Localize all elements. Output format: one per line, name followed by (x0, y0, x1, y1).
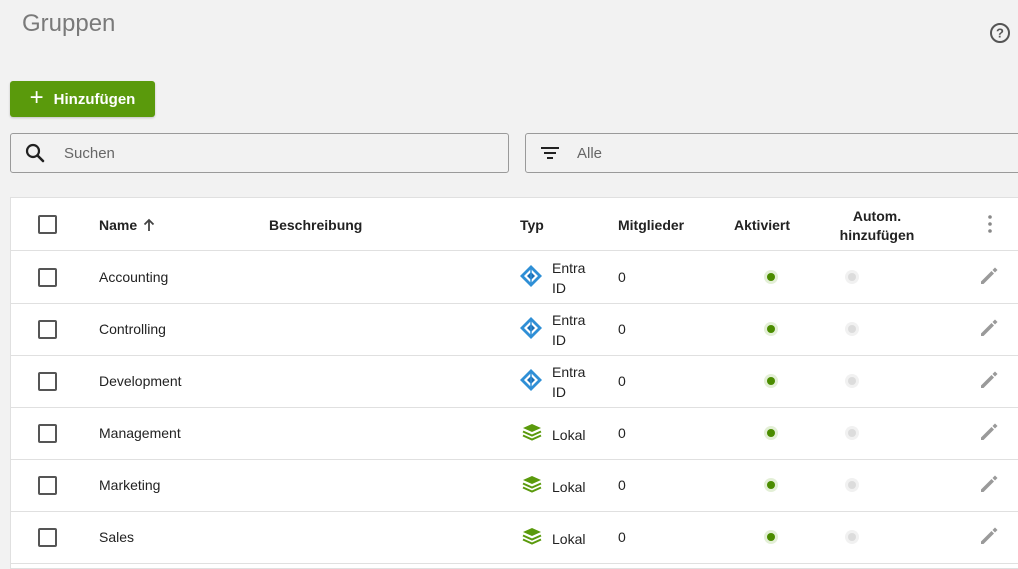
help-icon[interactable]: ? (989, 22, 1011, 44)
table-row[interactable]: Controlling Entra ID 0 (11, 303, 1018, 356)
column-header-activated[interactable]: Aktiviert (734, 217, 790, 233)
row-checkbox[interactable] (38, 424, 57, 443)
group-type-label-line2: ID (552, 332, 566, 348)
table-row[interactable]: Management Lokal 0 (11, 407, 1018, 460)
table-row[interactable]: Sales Lokal 0 (11, 511, 1018, 564)
group-type-label-line2: ID (552, 384, 566, 400)
table-row[interactable]: Accounting Entra ID 0 (11, 251, 1018, 304)
column-header-description[interactable]: Beschreibung (269, 217, 362, 233)
local-layers-icon (522, 424, 542, 441)
edit-icon[interactable] (978, 265, 1000, 287)
sort-ascending-icon (144, 218, 155, 231)
group-type-label: Entra ID (552, 310, 585, 350)
group-name: Management (99, 425, 181, 441)
add-button[interactable]: + Hinzufügen (10, 81, 155, 117)
entra-id-icon (520, 316, 542, 339)
select-all-checkbox[interactable] (38, 215, 57, 234)
activated-status-dot (767, 325, 775, 333)
group-type: Lokal (519, 423, 585, 446)
group-type-label-line1: Entra (552, 364, 586, 380)
row-checkbox[interactable] (38, 372, 57, 391)
activated-status-dot (767, 481, 775, 489)
filter-select[interactable]: Alle (525, 133, 1018, 173)
column-header-auto-add-line1: Autom. (852, 208, 902, 224)
activated-status-dot (767, 533, 775, 541)
table-header: Name Beschreibung Typ Mitglieder Aktivie… (11, 198, 1018, 251)
plus-icon: + (29, 84, 44, 111)
group-type: Entra ID (519, 310, 585, 350)
more-vertical-icon[interactable] (988, 215, 992, 233)
group-members: 0 (618, 373, 626, 389)
edit-icon[interactable] (978, 421, 1000, 443)
column-header-type[interactable]: Typ (520, 217, 544, 233)
auto-add-status-dot (848, 325, 856, 333)
local-layers-icon (522, 528, 542, 545)
row-checkbox[interactable] (38, 476, 57, 495)
group-type-label-line1: Entra (552, 260, 586, 276)
group-members: 0 (618, 321, 626, 337)
activated-status-dot (767, 273, 775, 281)
filter-icon (541, 147, 559, 159)
auto-add-status-dot (848, 273, 856, 281)
group-type-label: Entra ID (552, 362, 585, 402)
group-members: 0 (618, 477, 626, 493)
search-icon (25, 143, 45, 163)
column-header-members[interactable]: Mitglieder (618, 217, 684, 233)
group-type-label-line2: ID (552, 280, 566, 296)
entra-id-icon (520, 368, 542, 391)
group-type-label: Lokal (552, 529, 585, 549)
group-members: 0 (618, 269, 626, 285)
group-members: 0 (618, 529, 626, 545)
row-checkbox[interactable] (38, 320, 57, 339)
group-type-label-line1: Lokal (552, 530, 586, 547)
edit-icon[interactable] (978, 317, 1000, 339)
group-name: Development (99, 373, 182, 389)
filter-value: Alle (577, 144, 603, 162)
group-type-label-line1: Entra (552, 312, 586, 328)
row-checkbox[interactable] (38, 528, 57, 547)
auto-add-status-dot (848, 429, 856, 437)
svg-text:?: ? (996, 26, 1004, 41)
auto-add-status-dot (848, 377, 856, 385)
local-layers-icon (522, 476, 542, 493)
column-header-auto-add-line2: hinzufügen (839, 227, 915, 243)
row-checkbox[interactable] (38, 268, 57, 287)
group-type: Entra ID (519, 258, 585, 298)
group-type: Entra ID (519, 362, 585, 402)
edit-icon[interactable] (978, 369, 1000, 391)
group-name: Marketing (99, 477, 161, 493)
group-type-label: Entra ID (552, 258, 585, 298)
group-name: Accounting (99, 269, 169, 285)
search-box[interactable] (10, 133, 509, 173)
edit-icon[interactable] (978, 525, 1000, 547)
group-type-label: Lokal (552, 425, 585, 445)
activated-status-dot (767, 429, 775, 437)
column-header-name-label: Name (99, 217, 138, 233)
add-button-label: Hinzufügen (53, 90, 136, 108)
group-type: Lokal (519, 527, 585, 550)
group-type: Lokal (519, 475, 585, 498)
group-name: Sales (99, 529, 135, 545)
group-type-label-line1: Lokal (552, 426, 586, 443)
groups-table: Name Beschreibung Typ Mitglieder Aktivie… (10, 197, 1018, 569)
column-header-name[interactable]: Name (99, 217, 155, 233)
edit-icon[interactable] (978, 473, 1000, 495)
entra-id-icon (520, 264, 542, 287)
column-header-auto-add[interactable]: Autom. hinzufügen (811, 207, 943, 245)
activated-status-dot (767, 377, 775, 385)
group-type-label: Lokal (552, 477, 585, 497)
table-row[interactable]: Development Entra ID 0 (11, 355, 1018, 408)
page-title: Gruppen (22, 10, 116, 37)
auto-add-status-dot (848, 533, 856, 541)
group-members: 0 (618, 425, 626, 441)
auto-add-status-dot (848, 481, 856, 489)
table-row[interactable]: Marketing Lokal 0 (11, 459, 1018, 512)
search-input[interactable] (62, 143, 466, 163)
group-type-label-line1: Lokal (552, 478, 586, 495)
group-name: Controlling (99, 321, 166, 337)
